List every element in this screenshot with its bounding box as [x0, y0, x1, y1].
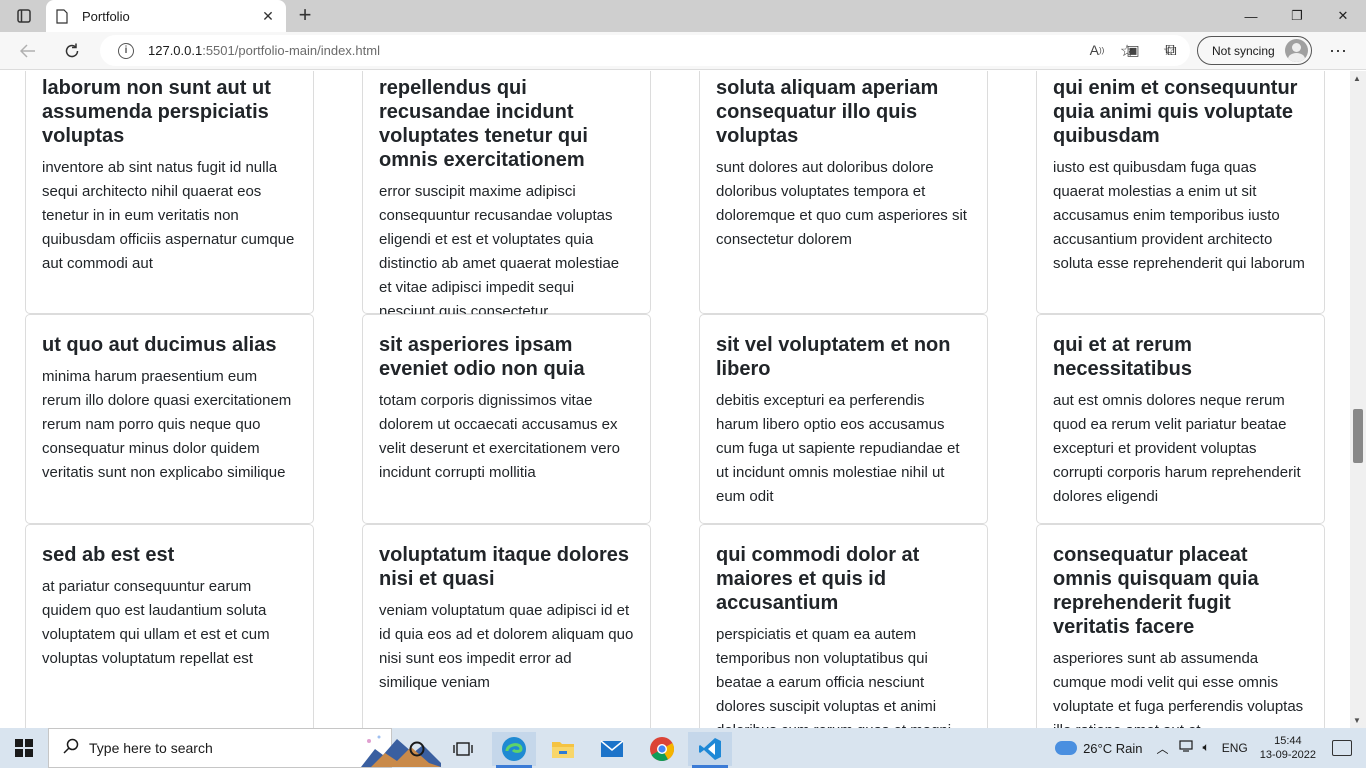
page-icon	[56, 8, 70, 24]
refresh-icon[interactable]	[58, 38, 86, 64]
vscode-icon[interactable]	[688, 732, 732, 768]
post-body: debitis excepturi ea perferendis harum l…	[716, 392, 960, 505]
search-placeholder: Type here to search	[89, 740, 213, 756]
tab-portfolio[interactable]: Portfolio ✕	[46, 0, 286, 32]
task-view-icon[interactable]	[441, 732, 485, 766]
post-body: aut est omnis dolores neque rerum quod e…	[1053, 392, 1301, 505]
read-aloud-icon[interactable]: A))	[1086, 39, 1108, 61]
notifications-icon[interactable]	[1332, 740, 1352, 756]
scrollbar-thumb[interactable]	[1353, 409, 1363, 463]
clock-date: 13-09-2022	[1259, 749, 1316, 761]
settings-more-icon[interactable]: ⋯	[1324, 38, 1352, 64]
file-explorer-icon[interactable]	[541, 732, 585, 766]
site-info-icon[interactable]: i	[118, 42, 134, 59]
post-body: sunt dolores aut doloribus dolore dolori…	[716, 159, 967, 248]
url-text: 127.0.0.1:5501/portfolio-main/index.html	[148, 43, 380, 58]
show-hidden-icons-chevron-icon[interactable]: ︿	[1156, 740, 1168, 757]
scroll-down-icon[interactable]: ▼	[1353, 716, 1361, 725]
weather-text: 26°C Rain	[1083, 740, 1143, 756]
post-body: error suscipit maxime adipisci consequun…	[379, 183, 620, 320]
post-card: soluta aliquam aperiam consequatur illo …	[699, 71, 988, 314]
tab-title: Portfolio	[82, 8, 130, 24]
minimize-button[interactable]: —	[1228, 0, 1274, 32]
new-tab-button[interactable]: +	[292, 4, 318, 28]
tray-icons: ︿ 🔈︎	[1156, 740, 1209, 757]
windows-taskbar: Type here to search 26°C Rain ︿ 🔈︎ ENG 1…	[0, 728, 1366, 768]
post-title: sed ab est est	[42, 544, 175, 566]
windows-start-icon[interactable]	[0, 728, 48, 768]
post-card: voluptatum itaque dolores nisi et quasi …	[362, 524, 651, 728]
input-language[interactable]: ENG	[1222, 741, 1248, 755]
post-title: qui commodi dolor at maiores et quis id …	[716, 544, 920, 614]
post-card: qui et at rerum necessitatibus aut est o…	[1036, 314, 1325, 524]
post-card: repellendus qui recusandae incidunt volu…	[362, 71, 651, 320]
search-icon	[63, 738, 79, 759]
tab-close-icon[interactable]: ✕	[260, 8, 276, 25]
post-body: perspiciatis et quam ea autem temporibus…	[716, 626, 951, 728]
maximize-button[interactable]: ❐	[1274, 0, 1320, 32]
taskbar-search-box[interactable]: Type here to search	[48, 728, 441, 768]
browser-title-bar: Portfolio ✕ + — ❐ ✕	[0, 0, 1366, 32]
post-card: sit vel voluptatem et non libero debitis…	[699, 314, 988, 524]
network-icon[interactable]	[1178, 739, 1193, 757]
tab-actions-icon[interactable]	[10, 6, 38, 26]
post-body: iusto est quibusdam fuga quas quaerat mo…	[1053, 159, 1305, 272]
post-title: qui enim et consequuntur quia animi quis…	[1053, 77, 1298, 147]
post-card: laborum non sunt aut ut assumenda perspi…	[25, 71, 314, 314]
page-scrollbar[interactable]: ▲ ▼	[1350, 71, 1366, 728]
cortana-icon[interactable]	[395, 732, 439, 766]
post-card: ut quo aut ducimus alias minima harum pr…	[25, 314, 314, 524]
browser-toolbar: i 127.0.0.1:5501/portfolio-main/index.ht…	[0, 32, 1366, 70]
scroll-up-icon[interactable]: ▲	[1353, 74, 1361, 83]
page-viewport: laborum non sunt aut ut assumenda perspi…	[0, 71, 1350, 728]
avatar	[1285, 39, 1308, 62]
post-card: qui commodi dolor at maiores et quis id …	[699, 524, 988, 728]
post-card: sit asperiores ipsam eveniet odio non qu…	[362, 314, 651, 524]
profile-sync-button[interactable]: Not syncing	[1197, 36, 1312, 65]
sync-label: Not syncing	[1212, 43, 1275, 58]
post-card: qui enim et consequuntur quia animi quis…	[1036, 71, 1325, 314]
address-bar[interactable]: i 127.0.0.1:5501/portfolio-main/index.ht…	[100, 35, 1190, 66]
window-controls: — ❐ ✕	[1228, 0, 1366, 32]
post-body: inventore ab sint natus fugit id nulla s…	[42, 159, 295, 272]
post-title: voluptatum itaque dolores nisi et quasi	[379, 544, 630, 590]
edge-browser-icon[interactable]	[492, 732, 536, 768]
post-body: veniam voluptatum quae adipisci id et id…	[379, 602, 634, 691]
post-card: consequatur placeat omnis quisquam quia …	[1036, 524, 1325, 728]
chrome-icon[interactable]	[640, 732, 684, 766]
system-tray: 26°C Rain ︿ 🔈︎ ENG 15:44 13-09-2022	[1055, 728, 1366, 768]
post-title: laborum non sunt aut ut assumenda perspi…	[42, 77, 271, 147]
clock-time: 15:44	[1274, 735, 1302, 747]
post-title: qui et at rerum necessitatibus	[1053, 334, 1192, 380]
back-icon[interactable]	[14, 38, 42, 64]
post-body: at pariatur consequuntur earum quidem qu…	[42, 578, 270, 667]
post-body: minima harum praesentium eum rerum illo …	[42, 368, 292, 481]
post-title: soluta aliquam aperiam consequatur illo …	[716, 77, 939, 147]
favorites-icon[interactable]: ☆	[1113, 38, 1141, 64]
rain-cloud-icon	[1055, 741, 1078, 755]
post-title: sit vel voluptatem et non libero	[716, 334, 951, 380]
post-body: asperiores sunt ab assumenda cumque modi…	[1053, 650, 1304, 728]
close-window-button[interactable]: ✕	[1320, 0, 1366, 32]
volume-icon[interactable]: 🔈︎	[1203, 740, 1210, 757]
post-title: ut quo aut ducimus alias	[42, 334, 277, 356]
post-title: repellendus qui recusandae incidunt volu…	[379, 77, 588, 171]
collections-icon[interactable]: ⧉	[1157, 38, 1185, 64]
mail-icon[interactable]	[590, 732, 634, 766]
post-title: sit asperiores ipsam eveniet odio non qu…	[379, 334, 585, 380]
post-card: sed ab est est at pariatur consequuntur …	[25, 524, 314, 728]
post-body: totam corporis dignissimos vitae dolorem…	[379, 392, 620, 481]
clock[interactable]: 15:44 13-09-2022	[1260, 734, 1316, 762]
weather-widget[interactable]: 26°C Rain	[1055, 741, 1142, 756]
post-title: consequatur placeat omnis quisquam quia …	[1053, 544, 1259, 638]
